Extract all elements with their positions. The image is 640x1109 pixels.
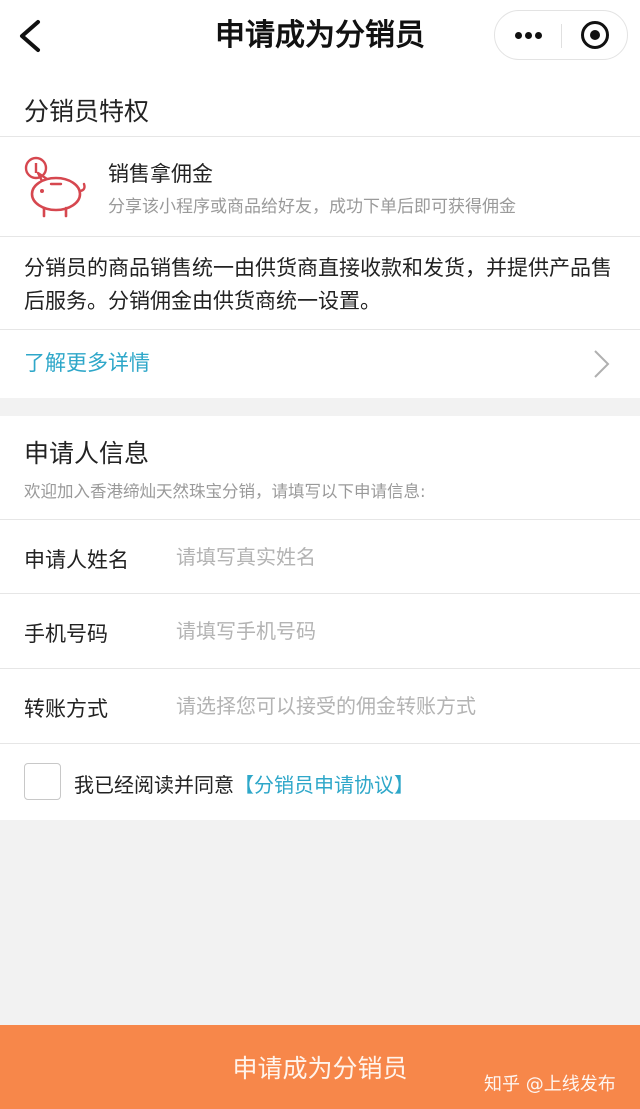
more-dots-icon — [515, 32, 543, 39]
mini-program-capsule — [494, 10, 628, 60]
back-button[interactable] — [10, 14, 54, 58]
agree-text: 我已经阅读并同意【分销员申请协议】 — [74, 769, 414, 798]
agree-checkbox[interactable] — [24, 763, 61, 800]
agreement-row: 我已经阅读并同意【分销员申请协议】 — [0, 746, 640, 820]
nav-bar: 申请成为分销员 — [0, 0, 640, 72]
phone-label: 手机号码 — [24, 622, 108, 646]
watermark-text: 知乎 @上线发布 — [484, 1074, 616, 1095]
learn-more-row[interactable]: 了解更多详情 — [0, 330, 640, 396]
applicant-heading: 申请人信息 — [24, 439, 150, 468]
agree-label: 我已经阅读并同意 — [74, 773, 234, 797]
feature-title: 销售拿佣金 — [108, 162, 213, 186]
transfer-label: 转账方式 — [24, 697, 108, 721]
transfer-method-select[interactable] — [176, 683, 616, 729]
name-input[interactable] — [176, 534, 616, 580]
back-arrow-icon — [20, 20, 40, 52]
divider — [0, 236, 640, 237]
privileges-card: 分销员特权 销售拿佣金 分享该小程序或商品给好友，成功下单后即可获得佣金 分销员… — [0, 72, 640, 398]
submit-button[interactable]: 申请成为分销员 — [0, 1025, 640, 1109]
form-row-phone: 手机号码 — [0, 594, 640, 668]
agreement-link[interactable]: 【分销员申请协议】 — [234, 773, 414, 797]
close-circle-icon — [581, 21, 609, 49]
divider — [0, 743, 640, 744]
feature-description: 分享该小程序或商品给好友，成功下单后即可获得佣金 — [108, 197, 516, 217]
form-row-transfer: 转账方式 — [0, 669, 640, 743]
learn-more-link[interactable]: 了解更多详情 — [24, 347, 150, 377]
phone-input[interactable] — [176, 608, 616, 654]
close-button[interactable] — [562, 11, 628, 59]
more-button[interactable] — [495, 11, 561, 59]
applicant-card: 申请人信息 欢迎加入香港缔灿天然珠宝分销，请填写以下申请信息: 申请人姓名 手机… — [0, 416, 640, 820]
form-row-name: 申请人姓名 — [0, 520, 640, 594]
privileges-heading: 分销员特权 — [24, 97, 150, 126]
divider — [0, 136, 640, 137]
applicant-subtitle: 欢迎加入香港缔灿天然珠宝分销，请填写以下申请信息: — [24, 482, 426, 501]
name-label: 申请人姓名 — [24, 548, 129, 572]
chevron-right-icon — [594, 350, 610, 378]
piggy-bank-icon — [24, 156, 86, 218]
privileges-paragraph: 分销员的商品销售统一由供货商直接收款和发货，并提供产品售后服务。分销佣金由供货商… — [24, 256, 612, 313]
